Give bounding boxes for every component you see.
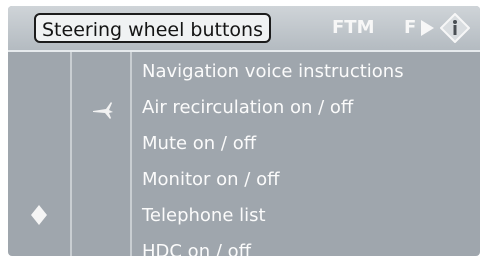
tab-ftm[interactable]: FTM xyxy=(332,13,375,43)
menu-list: Navigation voice instructions Air recirc… xyxy=(142,54,404,256)
diamond-icon xyxy=(31,205,47,225)
column-divider xyxy=(70,52,72,256)
idrive-screen: Steering wheel buttons FTM F Navigation … xyxy=(8,6,480,256)
plane-icon xyxy=(93,102,113,119)
menu-item-hdc[interactable]: HDC on / off xyxy=(142,234,404,256)
tab-f[interactable]: F xyxy=(404,13,416,43)
menu-item-air-recirculation[interactable]: Air recirculation on / off xyxy=(142,90,404,126)
menu-item-navigation-voice[interactable]: Navigation voice instructions xyxy=(142,54,404,90)
tab-bar: Steering wheel buttons FTM F xyxy=(8,6,480,52)
menu-item-telephone-list[interactable]: Telephone list xyxy=(142,198,404,234)
menu-item-mute[interactable]: Mute on / off xyxy=(142,126,404,162)
play-arrow-icon[interactable] xyxy=(418,18,436,38)
menu-item-monitor[interactable]: Monitor on / off xyxy=(142,162,404,198)
info-icon[interactable] xyxy=(440,13,470,43)
column-divider xyxy=(130,52,132,256)
tab-steering-wheel-buttons[interactable]: Steering wheel buttons xyxy=(34,13,271,43)
